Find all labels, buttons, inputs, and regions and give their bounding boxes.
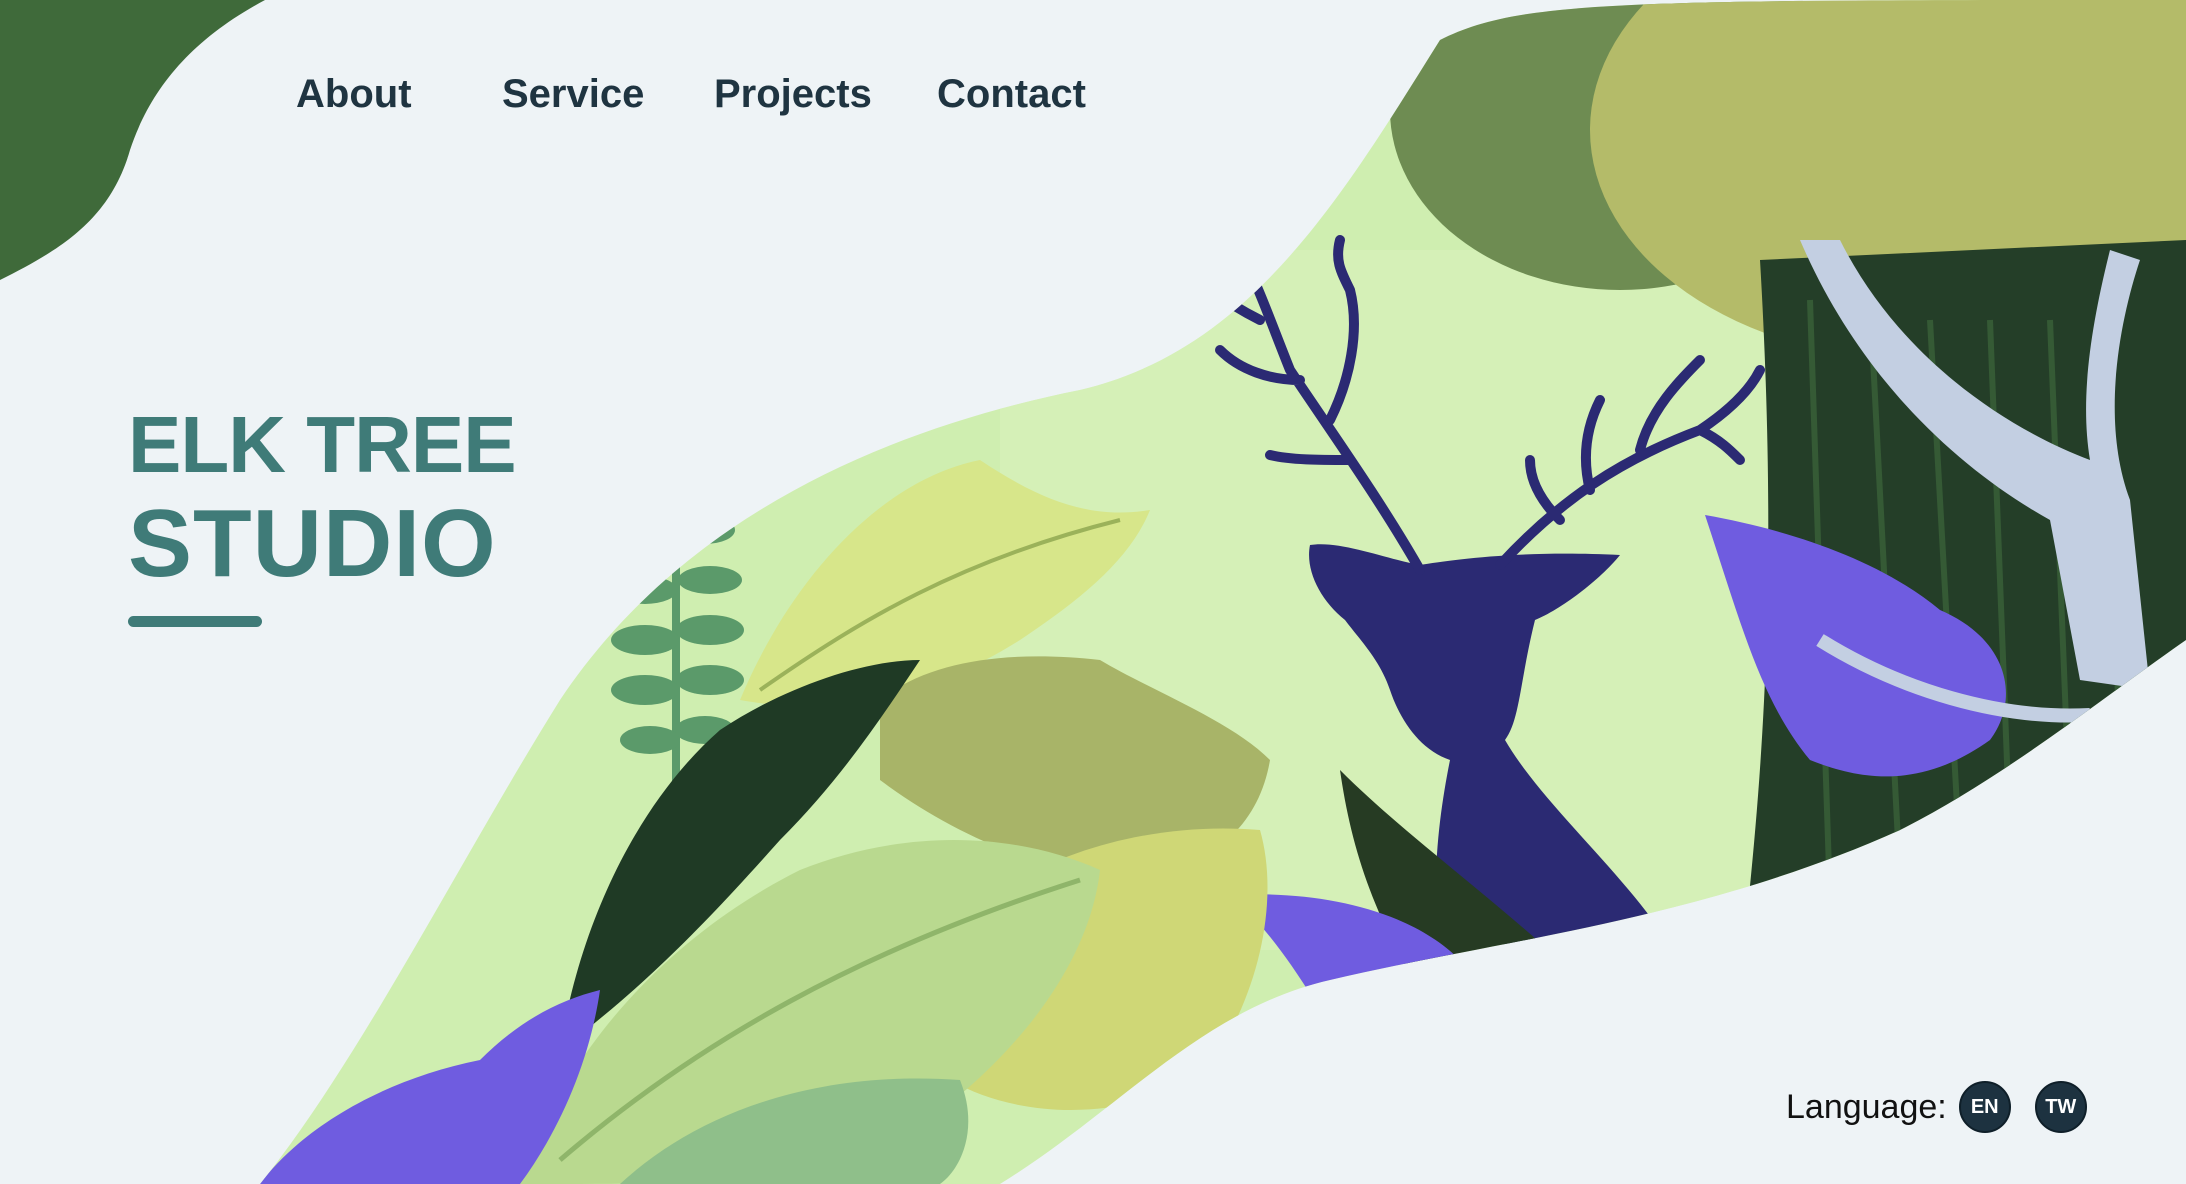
brand-line-2: STUDIO xyxy=(128,490,497,597)
nav-projects[interactable]: Projects xyxy=(714,66,872,122)
language-tw-button[interactable]: TW xyxy=(2034,1081,2087,1133)
language-switcher: Language: EN TW xyxy=(1786,1080,2087,1134)
language-label: Language: xyxy=(1786,1087,1947,1126)
brand-title: ELK TREE STUDIO xyxy=(128,400,517,627)
nav-about[interactable]: About xyxy=(296,66,412,122)
corner-leaf-shape xyxy=(0,0,265,280)
brand-underline xyxy=(128,616,262,627)
nav-contact[interactable]: Contact xyxy=(937,66,1086,122)
language-en-button[interactable]: EN xyxy=(1958,1081,2011,1133)
brand-line-1: ELK TREE xyxy=(128,400,517,489)
nav-service[interactable]: Service xyxy=(502,66,644,122)
